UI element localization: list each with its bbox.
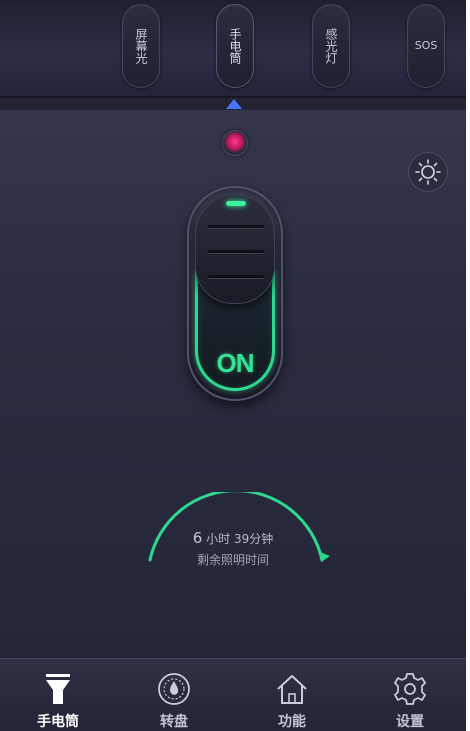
dial-icon <box>154 671 194 707</box>
home-icon <box>272 671 312 707</box>
mode-light-sensor-button[interactable]: 感光灯 <box>312 4 350 88</box>
tab-dial[interactable]: 转盘 <box>116 659 232 731</box>
remaining-time-caption: 剩余照明时间 <box>196 553 269 567</box>
power-toggle[interactable]: ON <box>187 186 283 401</box>
bottom-tab-bar: 手电筒 转盘 功能 设置 <box>0 658 466 731</box>
brightness-sun-icon <box>415 159 441 185</box>
mode-sos-button[interactable]: SOS <box>407 4 445 88</box>
flashlight-app: 屏幕光 手电筒 感光灯 SOS ON 6 小时 39分钟 剩余照明时间 手电筒 … <box>0 0 466 731</box>
flashlight-icon <box>38 671 78 707</box>
knob-grip-line <box>208 225 264 228</box>
mode-screen-light-button[interactable]: 屏幕光 <box>122 4 160 88</box>
tab-functions[interactable]: 功能 <box>234 659 350 731</box>
active-mode-indicator <box>226 99 242 109</box>
remaining-hours: 6 <box>192 529 203 547</box>
tab-label: 手电筒 <box>37 714 79 730</box>
pink-status-led <box>222 130 248 156</box>
mode-label: 感光灯 <box>324 28 338 64</box>
knob-grip-line <box>208 250 264 253</box>
remaining-minutes: 39分钟 <box>233 532 274 546</box>
mode-flashlight-button[interactable]: 手电筒 <box>216 4 254 88</box>
tab-settings[interactable]: 设置 <box>352 659 466 731</box>
tab-label: 转盘 <box>160 714 188 730</box>
brightness-button[interactable] <box>408 152 448 192</box>
tab-label: 设置 <box>396 714 424 730</box>
tab-flashlight[interactable]: 手电筒 <box>0 659 116 731</box>
toggle-state-label: ON <box>216 348 255 378</box>
gear-icon <box>390 671 430 707</box>
toggle-knob[interactable] <box>195 194 275 304</box>
mode-label: 手电筒 <box>228 28 242 64</box>
knob-indicator-led <box>226 201 246 206</box>
remaining-time-value: 6 小时 39分钟 <box>150 530 316 547</box>
tab-label: 功能 <box>278 714 306 730</box>
mode-label: 屏幕光 <box>134 28 148 64</box>
mode-bar: 屏幕光 手电筒 感光灯 SOS <box>0 0 466 98</box>
remaining-hours-unit: 小时 <box>206 532 231 546</box>
mode-label: SOS <box>414 39 438 52</box>
knob-grip-line <box>208 275 264 278</box>
